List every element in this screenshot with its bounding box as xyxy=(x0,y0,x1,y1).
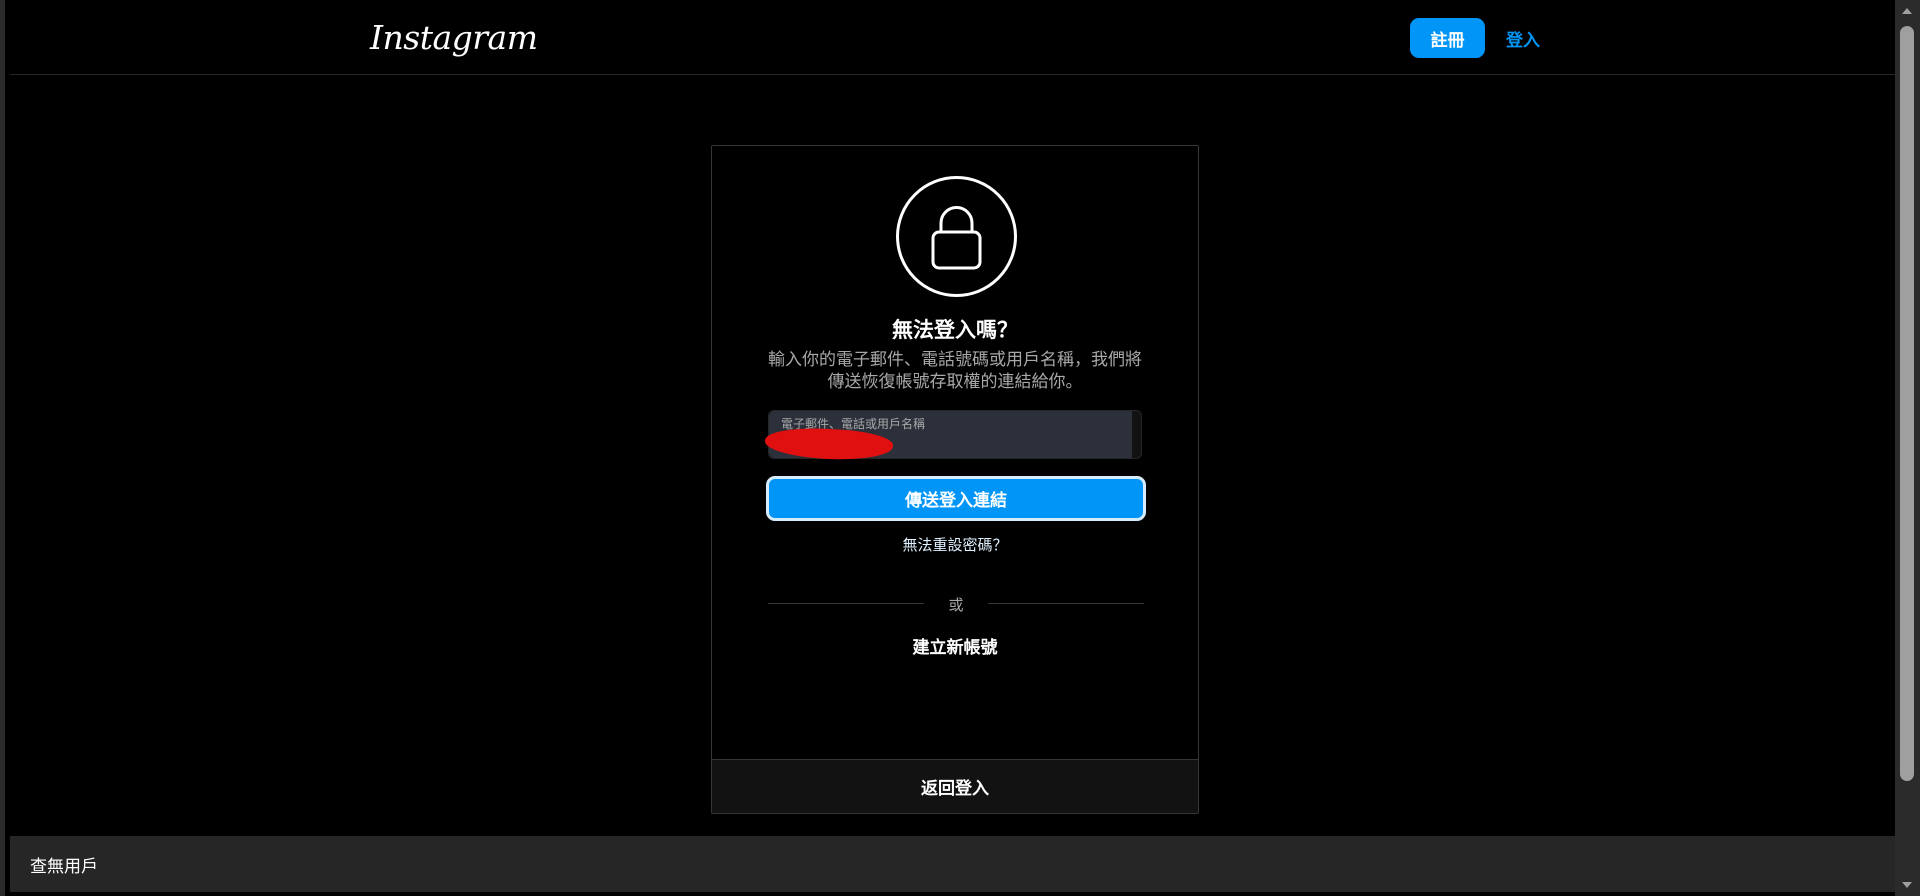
recovery-card: 無法登入嗎？ 輸入你的電子郵件、電話號碼或用戶名稱，我們將傳送恢復帳號存取權的連… xyxy=(711,145,1199,814)
back-to-login-button[interactable]: 返回登入 xyxy=(712,759,1198,813)
description-text: 輸入你的電子郵件、電話號碼或用戶名稱，我們將傳送恢復帳號存取權的連結給你。 xyxy=(768,350,1142,392)
vertical-scrollbar[interactable] xyxy=(1895,0,1920,896)
create-account-link[interactable]: 建立新帳號 xyxy=(712,633,1198,658)
field-background: 電子郵件、電話或用戶名稱 xyxy=(764,411,1132,463)
instagram-logo[interactable]: Instagram xyxy=(370,18,538,57)
account-identifier-field[interactable]: 電子郵件、電話或用戶名稱 xyxy=(764,410,1142,463)
scroll-thumb[interactable] xyxy=(1900,26,1914,781)
send-login-link-button[interactable]: 傳送登入連結 xyxy=(766,476,1146,521)
top-nav: Instagram 註冊 登入 xyxy=(10,0,1900,75)
signup-button[interactable]: 註冊 xyxy=(1410,18,1485,58)
error-toast: 查無用戶 xyxy=(10,836,1900,892)
or-text: 或 xyxy=(948,596,964,614)
toast-message: 查無用戶 xyxy=(30,857,98,877)
or-divider: 或 xyxy=(768,594,1144,614)
page-title: 無法登入嗎？ xyxy=(892,318,1018,342)
scroll-down-arrow-icon[interactable] xyxy=(1902,882,1912,888)
cant-reset-password-link[interactable]: 無法重設密碼？ xyxy=(712,534,1198,555)
divider-line-right xyxy=(988,603,1144,604)
scroll-up-arrow-icon[interactable] xyxy=(1902,8,1912,14)
login-link[interactable]: 登入 xyxy=(1506,26,1540,51)
page: Instagram 註冊 登入 無法登入嗎？ 輸入你的電子郵件、電話號碼或用戶名… xyxy=(0,0,1920,896)
lock-icon xyxy=(896,176,1017,297)
